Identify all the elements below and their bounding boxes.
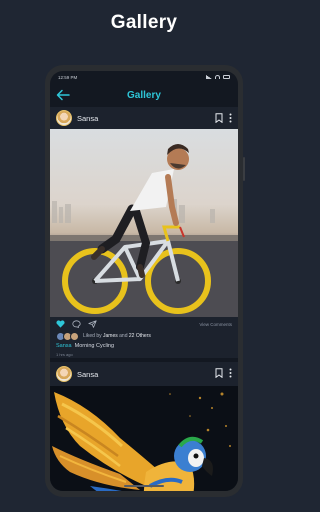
view-comments-link[interactable]: View Comments <box>199 322 232 327</box>
likes-and: and <box>119 333 128 339</box>
post-photo-cyclist[interactable] <box>50 129 238 317</box>
comment-icon[interactable] <box>72 320 81 328</box>
phone-frame: 12:59 PM Gallery Sansa View Comments Lik… <box>45 65 245 497</box>
status-bar: 12:59 PM <box>50 71 238 83</box>
caption-text: Morning Cycling <box>74 342 115 349</box>
post-header: Sansa <box>50 107 238 129</box>
liker-avatars <box>56 331 79 341</box>
likes-prefix: Liked by <box>83 333 102 339</box>
post-username[interactable]: Sansa <box>77 370 98 379</box>
post-actions <box>215 113 232 123</box>
liker-avatar <box>70 331 79 341</box>
status-time: 12:59 PM <box>58 74 78 80</box>
post-card: Sansa <box>50 362 238 491</box>
parrot-photo-illustration <box>52 392 231 491</box>
more-vertical-icon[interactable] <box>229 368 232 378</box>
phone-screen: 12:59 PM Gallery Sansa View Comments Lik… <box>50 71 238 491</box>
post-caption: Sansa Morning Cycling <box>50 341 238 350</box>
signal-icon <box>206 75 212 79</box>
liker-name: James <box>103 333 118 339</box>
heart-icon[interactable] <box>56 320 65 328</box>
avatar[interactable] <box>56 366 72 382</box>
caption-username[interactable]: Sansa <box>56 343 72 349</box>
wifi-icon <box>215 75 220 79</box>
likes-text: Liked by James and 22 Others <box>83 333 151 339</box>
phone-side-button <box>243 157 245 181</box>
post-actions <box>215 368 232 378</box>
more-vertical-icon[interactable] <box>229 113 232 123</box>
bookmark-icon[interactable] <box>215 113 223 123</box>
share-icon[interactable] <box>88 320 97 328</box>
post-header: Sansa <box>50 362 238 386</box>
likes-others-count: 22 Others <box>128 333 151 339</box>
cyclist-photo-illustration <box>50 144 238 317</box>
app-title: Gallery <box>127 89 161 101</box>
post-username[interactable]: Sansa <box>77 114 98 123</box>
app-bar: Gallery <box>50 83 238 107</box>
likes-summary[interactable]: Liked by James and 22 Others <box>50 331 238 341</box>
status-icons <box>206 75 230 79</box>
post-timestamp: 1 hrs ago <box>56 351 73 357</box>
post-photo-parrot[interactable] <box>50 386 238 491</box>
avatar[interactable] <box>56 110 72 126</box>
post-card: Sansa <box>50 107 238 358</box>
post-interactions: View Comments <box>50 317 238 331</box>
home-indicator <box>124 485 164 487</box>
battery-icon <box>223 75 230 79</box>
promo-title: Gallery <box>110 12 178 33</box>
bookmark-icon[interactable] <box>215 368 223 378</box>
back-arrow-icon[interactable] <box>55 88 71 102</box>
